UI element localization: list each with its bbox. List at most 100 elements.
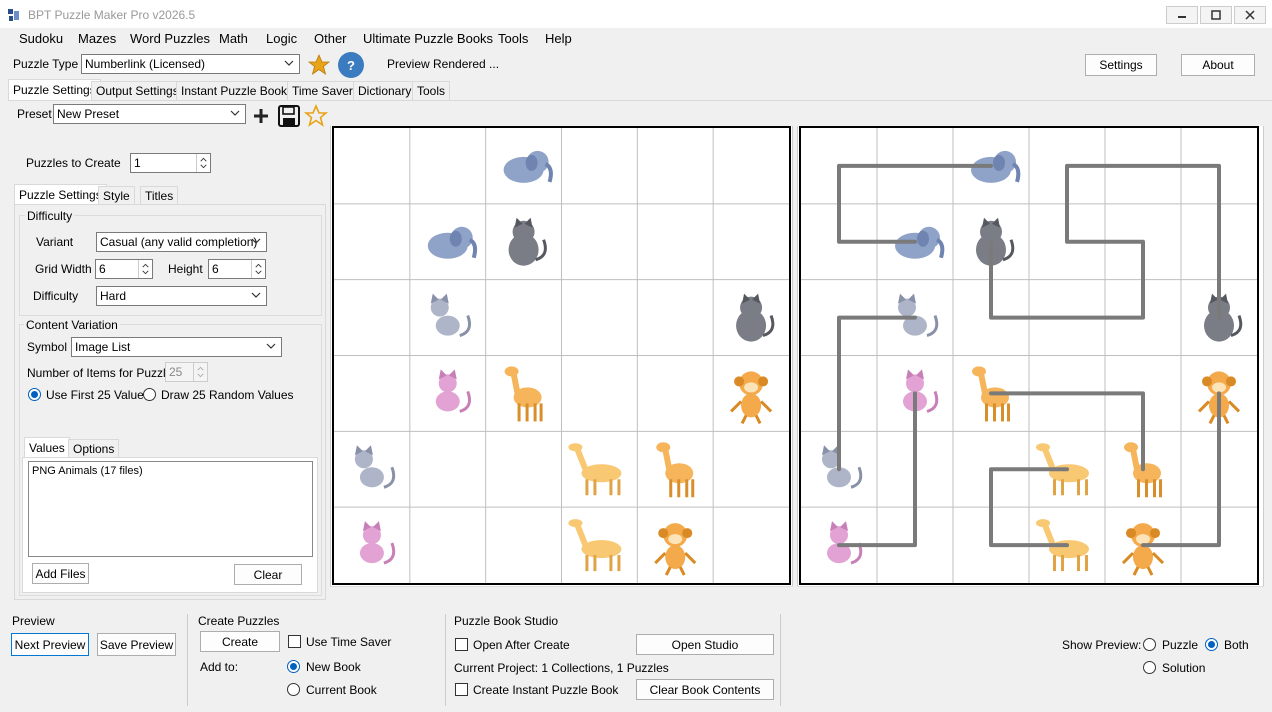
spinner-arrows-icon[interactable] (193, 363, 207, 381)
next-preview-button[interactable]: Next Preview (11, 633, 89, 656)
open-after-create-checkbox[interactable] (455, 638, 468, 651)
spinner-arrows-icon[interactable] (196, 154, 210, 172)
create-button[interactable]: Create (200, 631, 280, 652)
menu-logic[interactable]: Logic (266, 31, 297, 46)
height-value: 6 (212, 262, 219, 276)
save-preset-icon[interactable] (277, 104, 301, 128)
show-puzzle-radio[interactable] (1143, 638, 1156, 651)
menu-math[interactable]: Math (219, 31, 248, 46)
menu-help[interactable]: Help (545, 31, 572, 46)
variant-select[interactable]: Casual (any valid completion) (96, 232, 267, 252)
content-variation-title: Content Variation (24, 318, 120, 332)
items-count-label: Number of Items for Puzzle: (27, 366, 176, 380)
spinner-arrows-icon[interactable] (138, 260, 152, 278)
tab-tools[interactable]: Tools (412, 81, 451, 100)
menu-other[interactable]: Other (314, 31, 347, 46)
puzzle-preview-scrollbar[interactable] (330, 586, 793, 605)
symbol-label: Symbol (27, 340, 68, 354)
settings-button[interactable]: Settings (1085, 54, 1157, 76)
use-first-radio[interactable] (28, 388, 41, 401)
help-icon[interactable]: ? (338, 52, 364, 78)
giraffe-icon (568, 519, 622, 572)
kitten-icon (898, 293, 939, 338)
close-button[interactable] (1234, 6, 1266, 24)
grid-width-value: 6 (99, 262, 106, 276)
close-icon (1245, 10, 1255, 20)
show-both-radio[interactable] (1205, 638, 1218, 651)
current-book-radio[interactable] (287, 683, 300, 696)
create-group-title: Create Puzzles (198, 614, 280, 628)
list-item[interactable]: PNG Animals (17 files) (32, 465, 143, 477)
puzzles-to-create-label: Puzzles to Create (26, 156, 121, 170)
subtab-puzzle-settings[interactable]: Puzzle Settings (14, 184, 107, 204)
tab-output-settings[interactable]: Output Settings (91, 81, 184, 100)
menu-word-puzzles[interactable]: Word Puzzles (130, 31, 210, 46)
subtab-style[interactable]: Style (98, 186, 135, 204)
tab-puzzle-settings[interactable]: Puzzle Settings (8, 79, 101, 100)
kitten-icon (430, 293, 471, 338)
height-stepper[interactable]: 6 (208, 259, 266, 279)
difficulty-value: Hard (100, 289, 127, 303)
preview-group-title: Preview (12, 614, 55, 628)
draw-random-label: Draw 25 Random Values (161, 388, 294, 402)
menu-ultimate-puzzle-books[interactable]: Ultimate Puzzle Books (363, 31, 493, 46)
minimize-button[interactable] (1166, 6, 1198, 24)
tab-values[interactable]: Values (24, 437, 70, 457)
use-time-saver-checkbox[interactable] (288, 635, 301, 648)
create-instant-book-checkbox[interactable] (455, 683, 468, 696)
add-to-label: Add to: (200, 660, 239, 674)
menu-sudoku[interactable]: Sudoku (19, 31, 63, 46)
star-outline-icon[interactable] (304, 104, 328, 128)
add-preset-icon[interactable] (251, 106, 271, 126)
values-list[interactable]: PNG Animals (17 files) (28, 461, 313, 557)
cat-icon (736, 293, 775, 342)
height-label: Height (168, 262, 203, 276)
tab-time-saver[interactable]: Time Saver (287, 81, 358, 100)
tab-dictionary[interactable]: Dictionary (353, 81, 417, 100)
show-solution-radio[interactable] (1143, 661, 1156, 674)
spinner-arrows-icon[interactable] (251, 260, 265, 278)
cat-icon (508, 217, 547, 266)
pink-cat-icon (435, 369, 471, 413)
puzzle-grid-canvas (334, 128, 789, 583)
cat-icon (976, 217, 1015, 266)
maximize-button[interactable] (1200, 6, 1232, 24)
about-button[interactable]: About (1181, 54, 1255, 76)
clear-button[interactable]: Clear (234, 564, 302, 585)
puzzles-to-create-stepper[interactable]: 1 (130, 153, 211, 173)
tab-instant-puzzle-books[interactable]: Instant Puzzle Books (176, 81, 299, 100)
open-studio-button[interactable]: Open Studio (636, 634, 774, 655)
current-book-label: Current Book (306, 683, 377, 697)
clear-book-contents-button[interactable]: Clear Book Contents (636, 679, 774, 700)
monkey-icon (654, 523, 697, 576)
items-count-stepper[interactable]: 25 (165, 362, 208, 382)
difficulty-select[interactable]: Hard (96, 286, 267, 306)
open-after-create-label: Open After Create (473, 638, 570, 652)
puzzle-type-label: Puzzle Type (13, 57, 79, 71)
puzzle-type-value: Numberlink (Licensed) (85, 57, 206, 71)
elephant-icon (503, 150, 553, 183)
puzzle-grid (332, 126, 791, 585)
symbol-select[interactable]: Image List (71, 337, 282, 357)
favorite-star-icon[interactable] (307, 53, 331, 77)
draw-random-radio[interactable] (143, 388, 156, 401)
tab-options[interactable]: Options (68, 439, 120, 457)
chevron-down-icon (251, 238, 261, 244)
difficulty-group-title: Difficulty (25, 209, 75, 223)
add-files-button[interactable]: Add Files (32, 563, 89, 584)
save-preview-button[interactable]: Save Preview (97, 633, 176, 656)
menu-mazes[interactable]: Mazes (78, 31, 116, 46)
subtab-titles[interactable]: Titles (140, 186, 179, 204)
preset-select[interactable]: New Preset (53, 104, 246, 124)
puzzles-to-create-value: 1 (134, 156, 141, 170)
solution-preview-scrollbar[interactable] (797, 586, 1264, 605)
current-project-text: Current Project: 1 Collections, 1 Puzzle… (454, 661, 669, 675)
grid-width-stepper[interactable]: 6 (95, 259, 153, 279)
menu-tools[interactable]: Tools (498, 31, 528, 46)
show-puzzle-label: Puzzle (1162, 638, 1199, 652)
preset-label: Preset (17, 107, 52, 121)
difficulty-label: Difficulty (33, 289, 79, 303)
puzzle-type-select[interactable]: Numberlink (Licensed) (81, 54, 300, 74)
status-text: Preview Rendered ... (387, 57, 500, 71)
new-book-radio[interactable] (287, 660, 300, 673)
